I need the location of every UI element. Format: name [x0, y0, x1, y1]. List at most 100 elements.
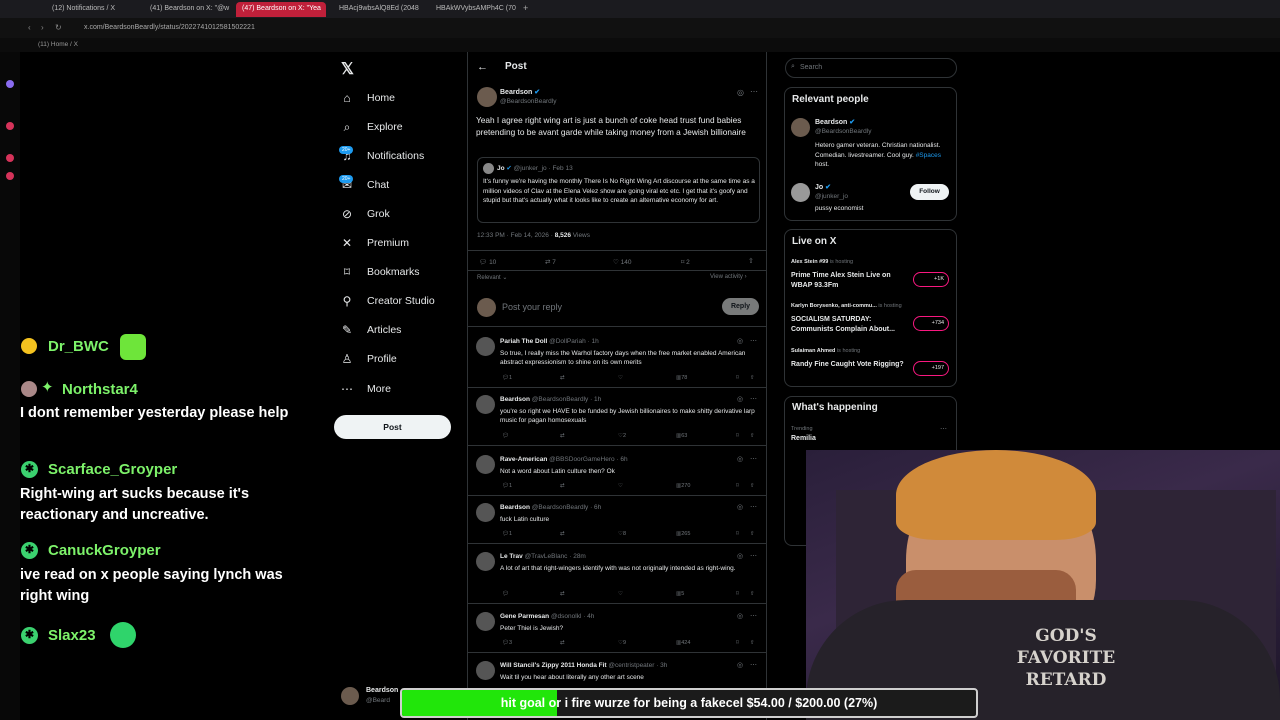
listener-count[interactable]: +1K: [913, 272, 949, 287]
views-icon[interactable]: ▥ 5: [676, 591, 684, 597]
grok-icon[interactable]: ◎: [737, 612, 743, 620]
reply-author[interactable]: Gene Parmesan @dsonolkl · 4h: [500, 613, 594, 620]
nav-home[interactable]: ⌂ Home: [340, 86, 395, 110]
more-options-icon[interactable]: ⋯: [750, 455, 757, 463]
more-options-icon[interactable]: ⋯: [750, 87, 758, 96]
url-field[interactable]: x.com/BeardsonBeardly/status/20227410125…: [84, 24, 255, 31]
reply-avatar[interactable]: [476, 552, 495, 571]
trend-item[interactable]: Remilia: [791, 435, 816, 442]
views-icon[interactable]: ▥ 270: [676, 483, 690, 489]
reply-avatar[interactable]: [476, 612, 495, 631]
live-title[interactable]: SOCIALISM SATURDAY: Communists Complain …: [791, 315, 906, 334]
repost-icon[interactable]: ⇄: [560, 640, 565, 646]
more-options-icon[interactable]: ⋯: [750, 661, 757, 669]
live-host[interactable]: Alex Stein #99 is hosting: [791, 259, 853, 265]
reply-author[interactable]: Beardson @BeardsonBeardly · 1h: [500, 396, 601, 403]
repost-icon[interactable]: ⇄: [560, 591, 565, 597]
back-arrow-icon[interactable]: ←: [477, 61, 488, 73]
x-logo-icon[interactable]: 𝕏: [341, 59, 354, 79]
author-avatar[interactable]: [477, 87, 497, 107]
live-host[interactable]: Karlyn Borysenko, anti-commu... is hosti…: [791, 303, 902, 309]
grok-icon[interactable]: ◎: [737, 661, 743, 669]
share-icon[interactable]: ⇧: [750, 531, 755, 537]
grok-icon[interactable]: ◎: [737, 503, 743, 511]
bookmark-icon[interactable]: ⌑: [736, 375, 739, 381]
follow-button[interactable]: Follow: [910, 184, 949, 200]
like-icon[interactable]: ♡ 9: [618, 640, 626, 646]
person-avatar[interactable]: [791, 183, 810, 202]
app-icon[interactable]: [6, 122, 14, 130]
share-icon[interactable]: ⇧: [750, 375, 755, 381]
grok-icon[interactable]: ◎: [737, 337, 743, 345]
share-icon[interactable]: ⇧: [750, 433, 755, 439]
reply-avatar[interactable]: [476, 395, 495, 414]
nav-grok[interactable]: ⊘ Grok: [340, 202, 390, 226]
more-options-icon[interactable]: ⋯: [750, 395, 757, 403]
account-avatar[interactable]: [341, 687, 359, 705]
nav-explore[interactable]: ⌕ Explore: [340, 115, 403, 139]
grok-icon[interactable]: ◎: [737, 88, 744, 97]
grok-icon[interactable]: ◎: [737, 455, 743, 463]
grok-icon[interactable]: ◎: [737, 552, 743, 560]
search-input[interactable]: Search: [800, 64, 822, 71]
more-options-icon[interactable]: ⋯: [940, 425, 947, 433]
reply-author[interactable]: Beardson @BeardsonBeardly · 6h: [500, 504, 601, 511]
nav-articles[interactable]: ✎ Articles: [340, 318, 401, 342]
views-icon[interactable]: ▥ 78: [676, 375, 687, 381]
share-icon[interactable]: ⇧: [750, 640, 755, 646]
more-options-icon[interactable]: ⋯: [750, 552, 757, 560]
sort-dropdown[interactable]: Relevant ⌄: [477, 274, 507, 281]
views-icon[interactable]: ▥ 265: [676, 531, 690, 537]
tab-beardson-active[interactable]: (47) Beardson on X: "Yea: [236, 2, 326, 17]
bookmark-icon[interactable]: ⌑: [736, 640, 739, 646]
share-icon[interactable]: ⇧: [748, 257, 754, 265]
person-avatar[interactable]: [791, 118, 810, 137]
reload-icon[interactable]: ↻: [55, 23, 62, 32]
reply-author[interactable]: Pariah The Doll @DollPariah · 1h: [500, 338, 599, 345]
live-title[interactable]: Randy Fine Caught Vote Rigging?: [791, 360, 906, 370]
reply-avatar[interactable]: [476, 337, 495, 356]
like-icon[interactable]: ♡: [618, 375, 623, 381]
reply-author[interactable]: Will Stancil's Zippy 2011 Honda Fit @cen…: [500, 662, 667, 669]
person-name[interactable]: Beardson ✔: [815, 118, 855, 126]
reply-avatar[interactable]: [476, 503, 495, 522]
bookmark-icon[interactable]: ⌑: [736, 531, 739, 537]
reply-icon[interactable]: 💬︎ 1: [502, 375, 512, 381]
tab-image-1[interactable]: HBAcj9wbsAlQ8Ed (2048: [333, 2, 423, 17]
nav-profile[interactable]: ♙ Profile: [340, 347, 397, 371]
app-icon[interactable]: [6, 80, 14, 88]
like-icon[interactable]: ♡ 2: [618, 433, 626, 439]
like-icon[interactable]: ♡: [618, 591, 623, 597]
repost-icon[interactable]: ⇄: [560, 531, 565, 537]
like-count[interactable]: ♡ 140: [613, 258, 632, 266]
listener-count[interactable]: +197: [913, 361, 949, 376]
reply-avatar[interactable]: [476, 455, 495, 474]
views-icon[interactable]: ▥ 63: [676, 433, 687, 439]
reply-icon[interactable]: 💬︎ 3: [502, 640, 512, 646]
back-icon[interactable]: ‹: [28, 23, 31, 32]
repost-icon[interactable]: ⇄: [560, 375, 565, 381]
repost-icon[interactable]: ⇄: [560, 483, 565, 489]
app-icon[interactable]: [6, 154, 14, 162]
reply-author[interactable]: Le Trav @TravLeBlanc · 28m: [500, 553, 586, 560]
new-tab-icon[interactable]: +: [523, 3, 528, 13]
live-host[interactable]: Sulaiman Ahmed is hosting: [791, 348, 860, 354]
more-options-icon[interactable]: ⋯: [750, 612, 757, 620]
bookmark-icon[interactable]: ⌑: [736, 591, 739, 597]
reply-icon[interactable]: 💬︎: [502, 433, 509, 439]
tab-beardson-1[interactable]: (41) Beardson on X: "@w: [144, 2, 234, 17]
reply-icon[interactable]: 💬︎ 1: [502, 483, 512, 489]
tab-notifications[interactable]: (12) Notifications / X: [46, 2, 142, 17]
forward-icon[interactable]: ›: [41, 23, 44, 32]
listener-count[interactable]: +734: [913, 316, 949, 331]
author-handle[interactable]: @BeardsonBeardly: [500, 98, 556, 105]
bookmark-icon[interactable]: ⌑: [736, 433, 739, 439]
person-name[interactable]: Jo ✔: [815, 183, 831, 191]
nav-creator-studio[interactable]: ⚲ Creator Studio: [340, 289, 435, 313]
like-icon[interactable]: ♡ 8: [618, 531, 626, 537]
nav-bookmarks[interactable]: ⌑ Bookmarks: [340, 260, 420, 284]
more-options-icon[interactable]: ⋯: [750, 503, 757, 511]
grok-icon[interactable]: ◎: [737, 395, 743, 403]
reply-avatar[interactable]: [476, 661, 495, 680]
reply-icon[interactable]: 💬︎: [502, 591, 509, 597]
